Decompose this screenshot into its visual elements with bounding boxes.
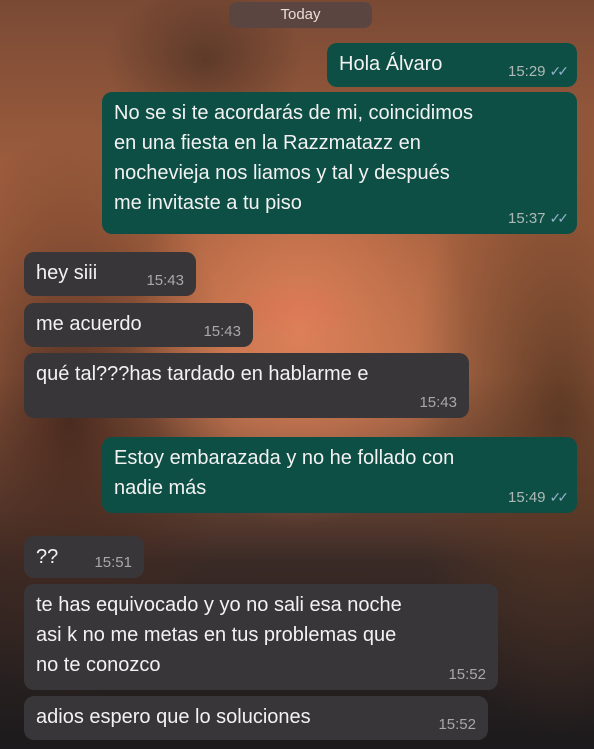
message-bubble-incoming[interactable]: qué tal???has tardado en hablarme e 15:4… (24, 353, 469, 418)
double-check-icon: ✓✓ (549, 63, 570, 79)
message-time: 15:52 (448, 666, 486, 683)
message-time: 15:52 (438, 716, 476, 733)
double-check-icon: ✓✓ (549, 210, 570, 226)
message-text: No se si te acordarás de mi, coincidimos… (114, 102, 474, 214)
message-text: me acuerdo (36, 313, 142, 335)
message-text: Estoy embarazada y no he follado con nad… (114, 447, 455, 499)
message-time: 15:29 ✓✓ (507, 63, 570, 80)
message-time: 15:43 (203, 323, 241, 340)
message-time: 15:43 (146, 272, 184, 289)
message-time: 15:49 ✓✓ (507, 489, 570, 506)
message-text: adios espero que lo soluciones (36, 706, 311, 728)
message-text: te has equivocado y yo no sali esa noche… (36, 594, 402, 676)
message-bubble-incoming[interactable]: adios espero que lo soluciones 15:52 (24, 696, 488, 740)
message-bubble-incoming[interactable]: ?? 15:51 (24, 536, 144, 578)
message-bubble-outgoing[interactable]: Estoy embarazada y no he follado con nad… (102, 437, 577, 513)
message-bubble-outgoing[interactable]: Hola Álvaro 15:29 ✓✓ (327, 43, 577, 87)
message-text: qué tal???has tardado en hablarme e (36, 363, 369, 385)
message-time: 15:43 (419, 394, 457, 411)
message-bubble-incoming[interactable]: te has equivocado y yo no sali esa noche… (24, 584, 498, 690)
message-time: 15:51 (94, 554, 132, 571)
message-bubble-incoming[interactable]: hey siii 15:43 (24, 252, 196, 296)
message-bubble-incoming[interactable]: me acuerdo 15:43 (24, 303, 253, 347)
message-text: ?? (36, 546, 59, 568)
message-time: 15:37 ✓✓ (507, 210, 570, 227)
message-text: hey siii (36, 262, 98, 284)
message-bubble-outgoing[interactable]: No se si te acordarás de mi, coincidimos… (102, 92, 577, 234)
message-text: Hola Álvaro (339, 53, 443, 75)
double-check-icon: ✓✓ (549, 489, 570, 505)
date-separator: Today (229, 2, 372, 28)
